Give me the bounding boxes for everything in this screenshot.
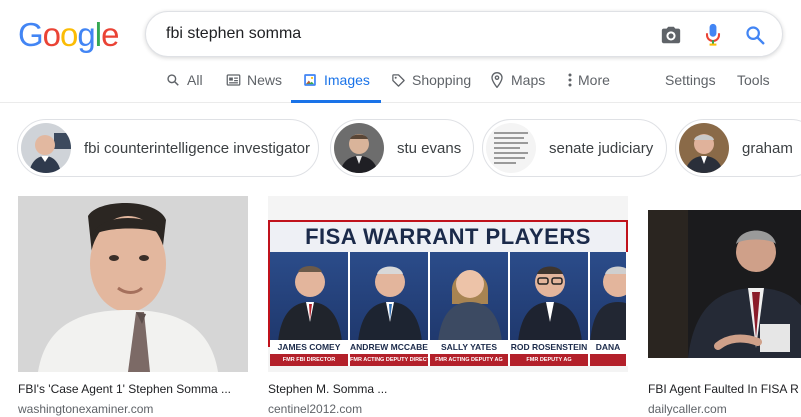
panel-name: ANDREW MCCABE bbox=[350, 340, 428, 354]
panel-role bbox=[590, 354, 626, 366]
tab-label: Shopping bbox=[412, 72, 472, 88]
chip-label: fbi counterintelligence investigator bbox=[84, 139, 310, 157]
result-caption[interactable]: FBI Agent Faulted In FISA R bbox=[648, 382, 801, 396]
tab-all[interactable]: All bbox=[165, 58, 203, 102]
panel-name: DANA bbox=[590, 340, 626, 354]
graphic-panel: ROD ROSENSTEIN FMR DEPUTY AG bbox=[510, 252, 590, 366]
chip-senate-judiciary[interactable]: senate judiciary bbox=[482, 119, 667, 177]
logo-letter: G bbox=[18, 16, 44, 53]
chip-label: senate judiciary bbox=[549, 139, 654, 157]
fisa-graphic: FISA WARRANT PLAYERS JAMES COMEY FMR FBI… bbox=[268, 220, 628, 366]
result-thumbnail[interactable] bbox=[648, 196, 801, 372]
tab-maps[interactable]: Maps bbox=[489, 58, 545, 102]
camera-icon[interactable] bbox=[659, 23, 683, 47]
tab-label: Maps bbox=[511, 72, 546, 88]
logo-letter: o bbox=[42, 16, 61, 53]
image-result[interactable]: FISA WARRANT PLAYERS JAMES COMEY FMR FBI… bbox=[268, 196, 628, 416]
graphic-panel: SALLY YATES FMR ACTING DEPUTY AG bbox=[430, 252, 510, 366]
tab-shopping[interactable]: Shopping bbox=[390, 58, 471, 102]
chip-thumbnail bbox=[334, 123, 384, 173]
image-result[interactable]: FBI Agent Faulted In FISA R dailycaller.… bbox=[648, 196, 801, 416]
settings-link[interactable]: Settings bbox=[665, 58, 716, 102]
google-logo[interactable]: Google bbox=[18, 16, 119, 54]
logo-letter: e bbox=[101, 16, 119, 53]
settings-label: Settings bbox=[665, 72, 716, 88]
chip-thumbnail bbox=[21, 123, 71, 173]
panel-role: FMR FBI DIRECTOR bbox=[270, 354, 348, 366]
tab-news[interactable]: News bbox=[225, 58, 282, 102]
tab-label: Images bbox=[324, 72, 370, 88]
result-thumbnail[interactable] bbox=[18, 196, 248, 372]
chip-label: graham bbox=[742, 139, 793, 157]
graphic-panel: ANDREW MCCABE FMR ACTING DEPUTY DIRECTOR bbox=[350, 252, 430, 366]
result-thumbnail[interactable]: FISA WARRANT PLAYERS JAMES COMEY FMR FBI… bbox=[268, 196, 628, 372]
tools-label: Tools bbox=[737, 72, 770, 88]
image-icon bbox=[302, 72, 318, 88]
microphone-icon[interactable] bbox=[701, 23, 725, 47]
search-input[interactable] bbox=[166, 23, 636, 45]
result-source: centinel2012.com bbox=[268, 402, 363, 416]
logo-letter: g bbox=[77, 16, 95, 53]
search-tabs: All News Images Shopping Maps More Setti… bbox=[0, 58, 801, 103]
graphic-panel: JAMES COMEY FMR FBI DIRECTOR bbox=[270, 252, 350, 366]
tab-images[interactable]: Images bbox=[291, 58, 381, 103]
chip-graham[interactable]: graham bbox=[675, 119, 801, 177]
tab-label: More bbox=[578, 72, 610, 88]
map-pin-icon bbox=[489, 72, 505, 88]
search-box bbox=[145, 11, 783, 57]
tools-link[interactable]: Tools bbox=[737, 58, 770, 102]
chip-thumbnail bbox=[679, 123, 729, 173]
result-caption[interactable]: Stephen M. Somma ... bbox=[268, 382, 628, 396]
result-source: washingtonexaminer.com bbox=[18, 402, 154, 416]
chip-fbi-counterintelligence[interactable]: fbi counterintelligence investigator bbox=[17, 119, 319, 177]
logo-letter: o bbox=[60, 16, 78, 53]
related-chips: fbi counterintelligence investigator stu… bbox=[0, 119, 801, 177]
panel-role: FMR DEPUTY AG bbox=[510, 354, 588, 366]
search-icon bbox=[165, 72, 181, 88]
chip-thumbnail bbox=[486, 123, 536, 173]
tab-more[interactable]: More bbox=[566, 58, 610, 102]
panel-role: FMR ACTING DEPUTY DIRECTOR bbox=[350, 354, 428, 366]
panel-name: ROD ROSENSTEIN bbox=[510, 340, 588, 354]
news-icon bbox=[225, 72, 241, 88]
search-icon[interactable] bbox=[743, 23, 767, 47]
tab-label: All bbox=[187, 72, 203, 88]
chip-label: stu evans bbox=[397, 139, 462, 157]
result-source: dailycaller.com bbox=[648, 402, 727, 416]
chip-stu-evans[interactable]: stu evans bbox=[330, 119, 474, 177]
graphic-title: FISA WARRANT PLAYERS bbox=[305, 224, 591, 249]
result-caption[interactable]: FBI's 'Case Agent 1' Stephen Somma ... bbox=[18, 382, 248, 396]
tab-label: News bbox=[247, 72, 283, 88]
panel-name: SALLY YATES bbox=[430, 340, 508, 354]
tag-icon bbox=[390, 72, 406, 88]
graphic-panel: DANA bbox=[590, 252, 628, 366]
panel-role: FMR ACTING DEPUTY AG bbox=[430, 354, 508, 366]
panel-name: JAMES COMEY bbox=[270, 340, 348, 354]
more-vert-icon bbox=[566, 72, 574, 88]
image-result[interactable]: FBI's 'Case Agent 1' Stephen Somma ... w… bbox=[18, 196, 248, 416]
